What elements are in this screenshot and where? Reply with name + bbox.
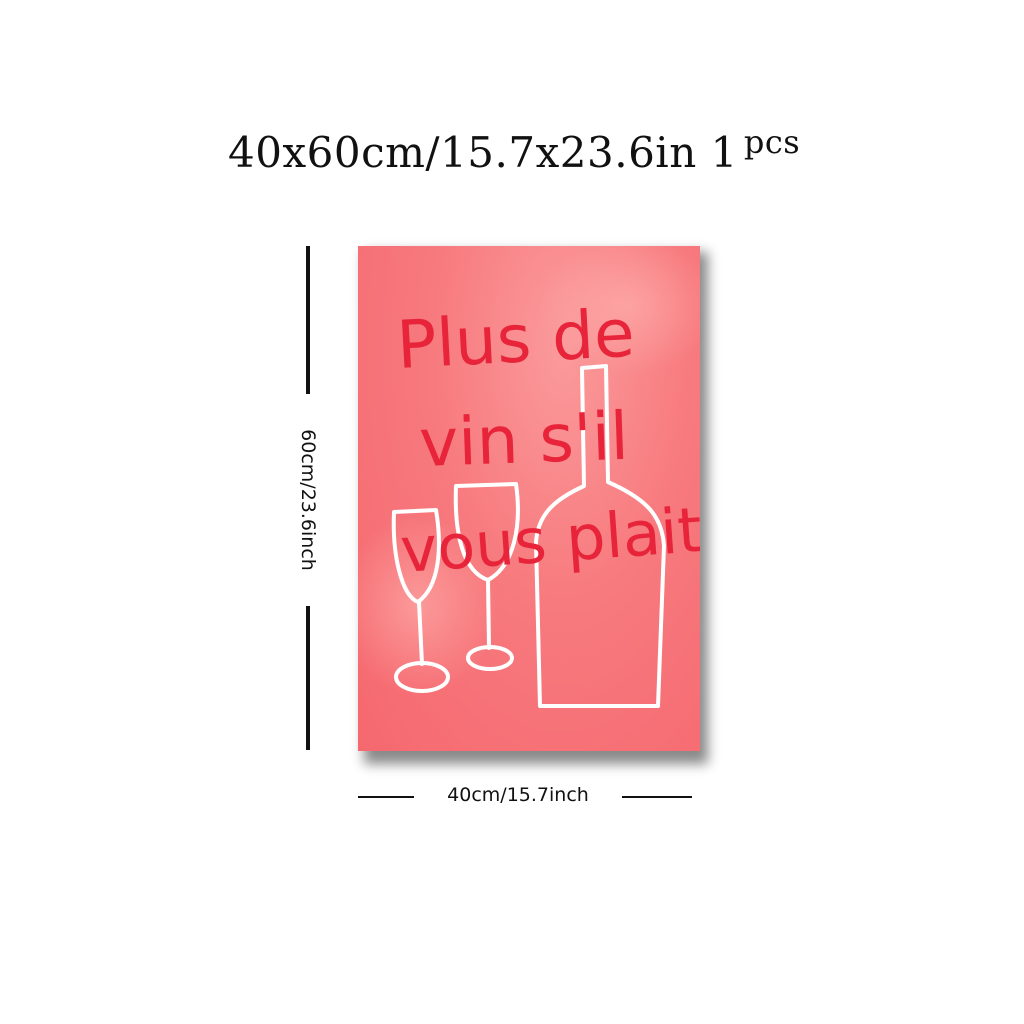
quantity-suffix: pcs	[743, 123, 801, 161]
poster-canvas: Plus de vin s'il vous plait	[358, 246, 700, 751]
height-label-text: 60cm/23.6inch	[297, 429, 319, 571]
poster-text-line-1: Plus de	[395, 295, 637, 384]
height-dimension-line-bottom	[306, 606, 310, 750]
poster-artwork: Plus de vin s'il vous plait	[358, 246, 700, 708]
product-image: 40x60cm/15.7x23.6in 1 pcs Plus de vin s'…	[0, 0, 1024, 1024]
width-dimension-line-right	[622, 796, 692, 798]
width-dimension-label: 40cm/15.7inch	[447, 784, 589, 806]
size-text: 40x60cm/15.7x23.6in 1	[228, 128, 738, 177]
height-dimension-label: 60cm/23.6inch	[297, 400, 319, 600]
poster-text-line-3: vous plait	[398, 493, 700, 587]
size-heading: 40x60cm/15.7x23.6in 1 pcs	[228, 123, 800, 177]
width-dimension-line-left	[358, 796, 414, 798]
poster-text-line-2: vin s'il	[418, 398, 630, 482]
height-dimension-line-top	[306, 246, 310, 394]
